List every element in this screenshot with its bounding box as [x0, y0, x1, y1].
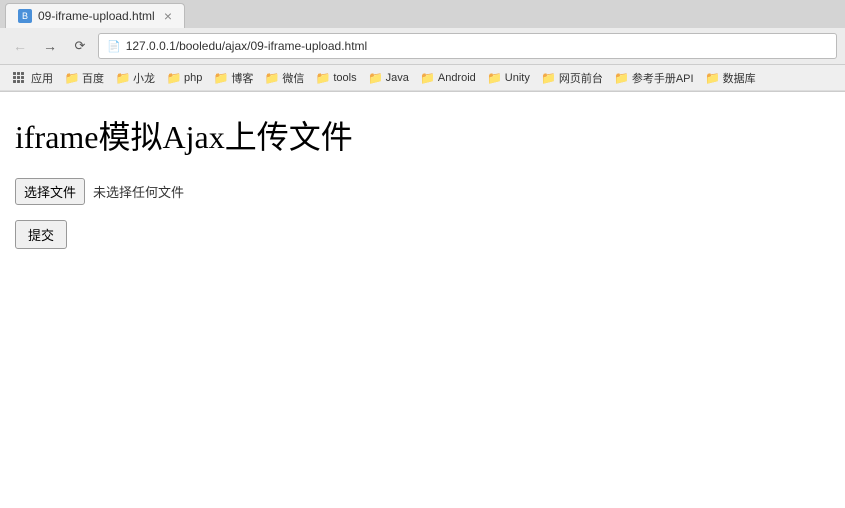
bookmark-unity[interactable]: Unity [483, 69, 535, 87]
bookmark-web-frontend-label: 网页前台 [559, 70, 603, 86]
folder-icon [265, 71, 279, 85]
back-button[interactable]: ← [8, 34, 32, 58]
bookmark-wechat[interactable]: 微信 [260, 68, 309, 88]
refresh-button[interactable]: ⟳ [68, 34, 92, 58]
bookmark-java[interactable]: Java [364, 69, 414, 87]
bookmark-api-reference[interactable]: 参考手册API [610, 68, 699, 88]
bookmark-wechat-label: 微信 [282, 70, 304, 86]
folder-icon [615, 71, 629, 85]
bookmark-apps[interactable]: 应用 [8, 68, 58, 88]
bookmark-php[interactable]: php [162, 69, 207, 87]
folder-icon [316, 71, 330, 85]
page-content: iframe模拟Ajax上传文件 选择文件 未选择任何文件 提交 [0, 92, 845, 508]
folder-icon [421, 71, 435, 85]
bookmark-blog[interactable]: 博客 [209, 68, 258, 88]
bookmark-xiaolong[interactable]: 小龙 [111, 68, 160, 88]
folder-icon [65, 71, 79, 85]
tab-favicon: B [18, 9, 32, 23]
bookmark-tools-label: tools [333, 72, 356, 84]
bookmark-xiaolong-label: 小龙 [133, 70, 155, 86]
active-tab[interactable]: B 09-iframe-upload.html × [5, 3, 185, 28]
no-file-label: 未选择任何文件 [93, 182, 184, 201]
browser-toolbar: ← → ⟳ 📄 127.0.0.1/booledu/ajax/09-iframe… [0, 28, 845, 65]
tab-bar: B 09-iframe-upload.html × [0, 0, 845, 28]
folder-icon [214, 71, 228, 85]
bookmarks-bar: 应用 百度 小龙 php 博客 微信 tools Java [0, 65, 845, 91]
bookmark-android[interactable]: Android [416, 69, 481, 87]
bookmark-blog-label: 博客 [231, 70, 253, 86]
bookmark-baidu-label: 百度 [82, 70, 104, 86]
file-upload-row: 选择文件 未选择任何文件 [15, 178, 830, 205]
tab-title: 09-iframe-upload.html [38, 9, 155, 23]
address-bar[interactable]: 📄 127.0.0.1/booledu/ajax/09-iframe-uploa… [98, 33, 837, 59]
bookmark-unity-label: Unity [505, 72, 530, 84]
bookmark-android-label: Android [438, 72, 476, 84]
bookmark-baidu[interactable]: 百度 [60, 68, 109, 88]
bookmark-api-reference-label: 参考手册API [632, 70, 694, 86]
folder-icon [369, 71, 383, 85]
folder-icon [167, 71, 181, 85]
url-text: 127.0.0.1/booledu/ajax/09-iframe-upload.… [126, 39, 368, 53]
browser-chrome: B 09-iframe-upload.html × ← → ⟳ 📄 127.0.… [0, 0, 845, 92]
tab-close-button[interactable]: × [164, 8, 172, 24]
folder-icon [116, 71, 130, 85]
forward-button[interactable]: → [38, 34, 62, 58]
submit-button[interactable]: 提交 [15, 220, 67, 249]
folder-icon [706, 71, 720, 85]
apps-grid-icon [13, 72, 24, 83]
bookmark-php-label: php [184, 72, 202, 84]
bookmark-apps-label: 应用 [31, 70, 53, 86]
bookmark-java-label: Java [386, 72, 409, 84]
bookmark-database[interactable]: 数据库 [701, 68, 761, 88]
bookmark-database-label: 数据库 [723, 70, 756, 86]
bookmark-web-frontend[interactable]: 网页前台 [537, 68, 608, 88]
page-icon: 📄 [107, 40, 121, 53]
folder-icon [488, 71, 502, 85]
submit-row: 提交 [15, 220, 830, 249]
page-title: iframe模拟Ajax上传文件 [15, 112, 830, 158]
choose-file-button[interactable]: 选择文件 [15, 178, 85, 205]
bookmark-tools[interactable]: tools [311, 69, 361, 87]
folder-icon [542, 71, 556, 85]
